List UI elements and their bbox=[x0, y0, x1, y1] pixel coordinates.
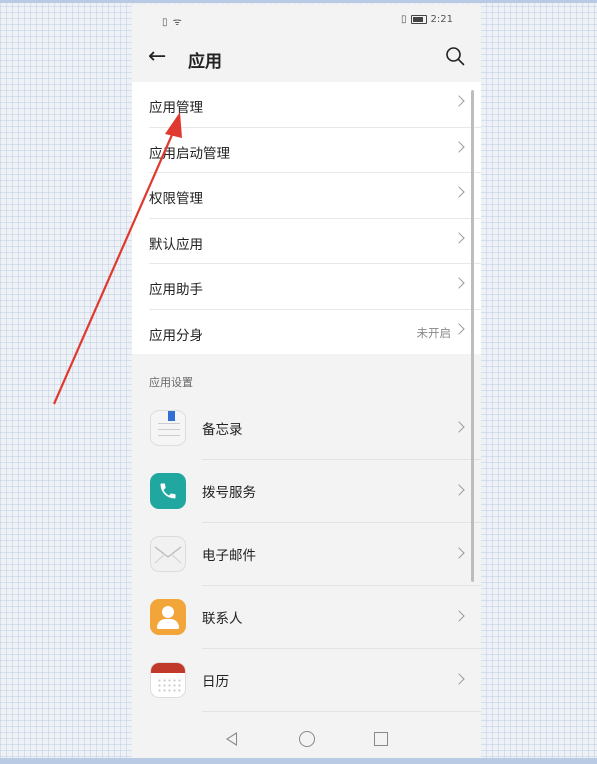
app-item-calendar[interactable]: 日历 bbox=[150, 649, 481, 712]
battery-icon bbox=[410, 15, 427, 24]
chevron-right-icon bbox=[453, 277, 465, 289]
list-item-label: 应用分身 bbox=[149, 327, 203, 344]
phone-icon bbox=[150, 473, 186, 509]
search-icon[interactable] bbox=[445, 46, 465, 66]
section-title-app-settings: 应用设置 bbox=[149, 376, 193, 389]
vibrate-icon: ▯ bbox=[401, 14, 407, 25]
status-bar: ▯ ᯤ ▯ 2:21 bbox=[132, 4, 481, 34]
scrollbar[interactable] bbox=[471, 90, 474, 582]
chevron-right-icon bbox=[453, 322, 465, 335]
bottom-frame-line bbox=[0, 758, 597, 764]
mail-icon bbox=[150, 536, 186, 572]
chevron-right-icon bbox=[453, 673, 465, 685]
chevron-right-icon bbox=[453, 610, 465, 622]
status-left-icons: ▯ ᯤ bbox=[162, 17, 183, 28]
navigation-bar bbox=[132, 720, 481, 758]
status-right-icons: ▯ 2:21 bbox=[401, 14, 453, 25]
chevron-right-icon bbox=[453, 421, 465, 433]
app-options-list: 应用管理 应用启动管理 权限管理 默认应用 应用助手 应用分身 未开启 bbox=[132, 82, 481, 354]
list-item-label: 应用助手 bbox=[149, 282, 203, 298]
nav-recent-apps-icon[interactable] bbox=[374, 732, 388, 746]
app-item-label: 备忘录 bbox=[202, 422, 243, 438]
status-time: 2:21 bbox=[430, 14, 453, 25]
app-item-label: 电子邮件 bbox=[202, 548, 256, 564]
app-settings-list: 备忘录 拨号服务 电子邮件 联系人 日历 bbox=[132, 397, 481, 712]
list-item-app-launch[interactable]: 应用启动管理 bbox=[149, 128, 481, 173]
chevron-right-icon bbox=[453, 95, 465, 107]
app-item-memo[interactable]: 备忘录 bbox=[150, 397, 481, 460]
memo-icon bbox=[150, 410, 186, 446]
back-arrow-icon[interactable]: ← bbox=[148, 44, 166, 69]
chevron-right-icon bbox=[453, 547, 465, 559]
list-item-default-apps[interactable]: 默认应用 bbox=[149, 219, 481, 264]
contact-icon bbox=[150, 599, 186, 635]
nav-back-icon[interactable] bbox=[226, 732, 237, 746]
calendar-icon bbox=[150, 662, 186, 698]
app-item-label: 日历 bbox=[202, 674, 229, 690]
list-item-label: 应用管理 bbox=[149, 100, 203, 116]
chevron-right-icon bbox=[453, 186, 465, 198]
app-header: ← 应用 bbox=[132, 34, 481, 82]
top-frame-line bbox=[0, 0, 597, 3]
app-item-label: 联系人 bbox=[202, 611, 243, 627]
app-item-label: 拨号服务 bbox=[202, 485, 256, 501]
list-item-status: 未开启 bbox=[416, 325, 452, 340]
app-item-email[interactable]: 电子邮件 bbox=[150, 523, 481, 586]
page-title: 应用 bbox=[188, 52, 222, 72]
list-item-app-management[interactable]: 应用管理 bbox=[149, 82, 481, 128]
chevron-right-icon bbox=[453, 484, 465, 496]
list-item-app-assistant[interactable]: 应用助手 bbox=[149, 264, 481, 310]
phone-screen: ▯ ᯤ ▯ 2:21 ← 应用 应用管理 应用启动管理 权限管理 默认应用 应用… bbox=[132, 4, 481, 758]
list-item-label: 默认应用 bbox=[149, 236, 203, 253]
list-item-app-twin[interactable]: 应用分身 未开启 bbox=[149, 310, 481, 355]
list-item-label: 应用启动管理 bbox=[149, 145, 230, 162]
chevron-right-icon bbox=[453, 231, 465, 244]
app-item-dialer[interactable]: 拨号服务 bbox=[150, 460, 481, 523]
list-item-label: 权限管理 bbox=[149, 191, 203, 207]
app-item-contacts[interactable]: 联系人 bbox=[150, 586, 481, 649]
chevron-right-icon bbox=[453, 140, 465, 153]
nav-home-icon[interactable] bbox=[299, 731, 315, 747]
list-item-permissions[interactable]: 权限管理 bbox=[149, 173, 481, 219]
